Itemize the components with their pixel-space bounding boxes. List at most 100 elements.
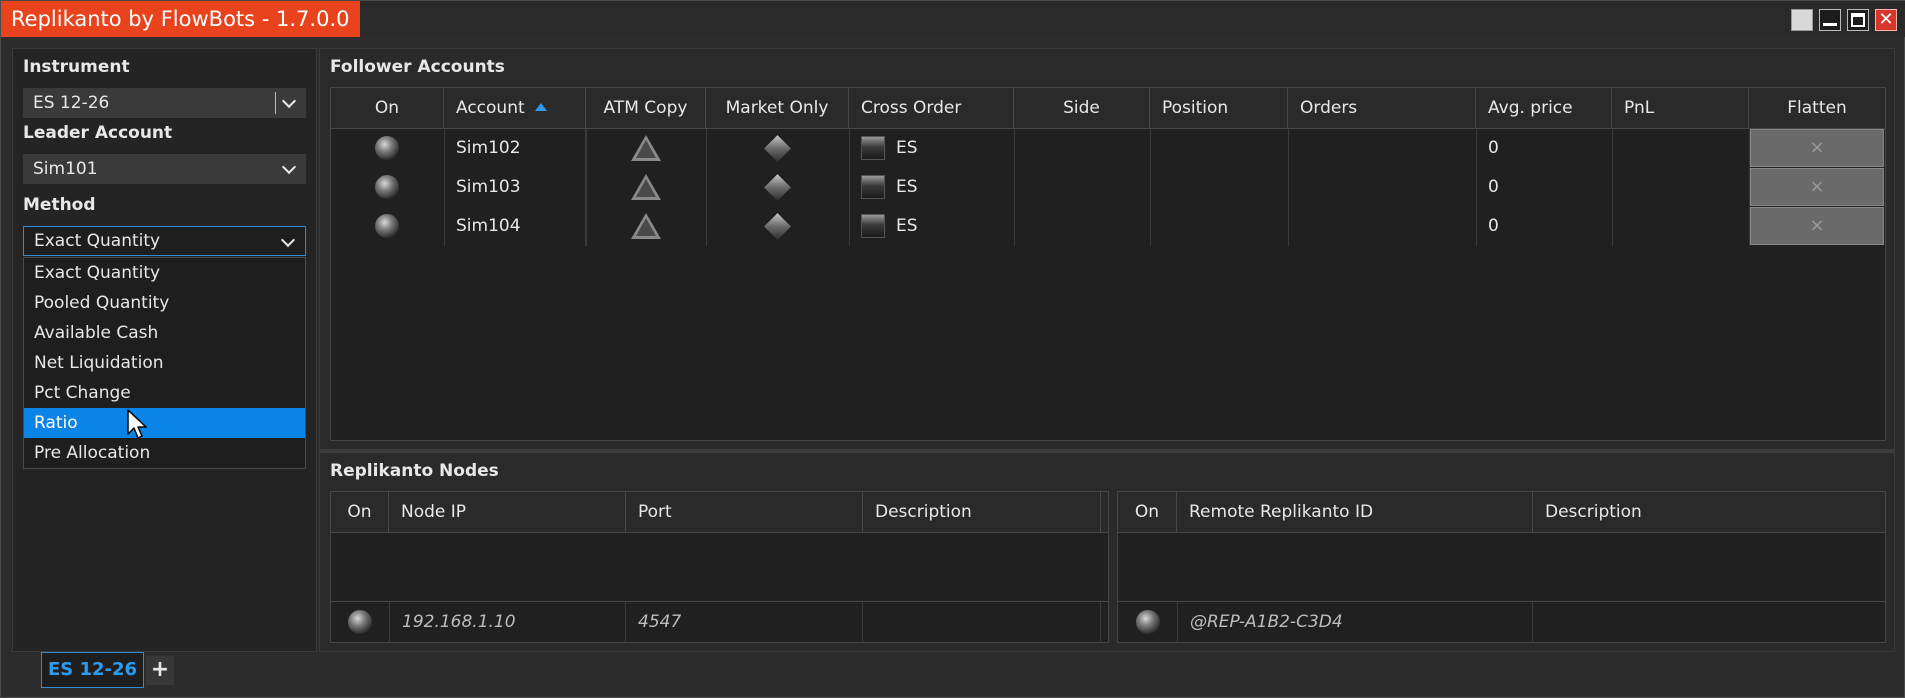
leader-account-selector[interactable]: Sim101 <box>23 154 306 184</box>
mouse-cursor-icon <box>127 409 147 439</box>
new-node-row: 192.168.1.10 4547 <box>331 602 1108 642</box>
column-header-on[interactable]: On <box>331 88 444 129</box>
method-dropdown-list: Exact Quantity Pooled Quantity Available… <box>23 257 306 469</box>
method-option-pct-change[interactable]: Pct Change <box>24 378 305 408</box>
pnl-cell <box>1612 168 1749 207</box>
table-row: Sim104 ES 0 × <box>331 207 1885 246</box>
atm-copy-toggle[interactable] <box>631 174 661 200</box>
chevron-down-icon <box>280 154 300 184</box>
window-menu-button[interactable] <box>1791 9 1813 31</box>
column-header-avg-price[interactable]: Avg. price <box>1476 88 1612 129</box>
column-header-remote-replikanto-id[interactable]: Remote Replikanto ID <box>1177 492 1533 533</box>
orders-cell <box>1288 207 1476 246</box>
orders-cell <box>1288 129 1476 168</box>
market-only-toggle[interactable] <box>764 213 791 240</box>
flatten-button[interactable]: × <box>1750 129 1884 167</box>
flatten-button[interactable]: × <box>1750 168 1884 206</box>
column-header-pnl[interactable]: PnL <box>1612 88 1749 129</box>
port-input[interactable]: 4547 <box>626 602 863 642</box>
close-icon: × <box>1809 215 1825 236</box>
column-header-side[interactable]: Side <box>1014 88 1150 129</box>
account-cell: Sim103 <box>444 168 586 207</box>
settings-panel: Instrument ES 12-26 Leader Account Sim10… <box>12 48 317 652</box>
column-divider <box>1014 129 1015 246</box>
column-divider <box>444 129 445 246</box>
method-option-pooled-quantity[interactable]: Pooled Quantity <box>24 288 305 318</box>
column-header-node-ip[interactable]: Node IP <box>389 492 626 533</box>
add-tab-button[interactable]: + <box>146 656 174 685</box>
atm-copy-toggle[interactable] <box>631 135 661 161</box>
cross-order-checkbox[interactable] <box>861 136 885 160</box>
title-bar[interactable]: Replikanto by FlowBots - 1.7.0.0 ✕ <box>1 1 1905 37</box>
description-input[interactable] <box>863 602 1101 642</box>
column-header-description[interactable]: Description <box>863 492 1101 533</box>
maximize-button[interactable] <box>1847 9 1869 31</box>
cross-order-checkbox[interactable] <box>861 175 885 199</box>
side-cell <box>1014 207 1150 246</box>
instrument-label: Instrument <box>23 57 130 77</box>
position-cell <box>1150 129 1288 168</box>
method-option-pre-allocation[interactable]: Pre Allocation <box>24 438 305 468</box>
chevron-down-icon[interactable] <box>280 88 300 118</box>
method-label: Method <box>23 195 96 215</box>
replikanto-nodes-title: Replikanto Nodes <box>330 461 499 481</box>
cross-order-checkbox[interactable] <box>861 214 885 238</box>
column-header-account[interactable]: Account <box>444 88 586 129</box>
avg-price-cell: 0 <box>1488 216 1499 236</box>
window-title: Replikanto by FlowBots - 1.7.0.0 <box>1 1 360 37</box>
pnl-cell <box>1612 129 1749 168</box>
close-icon: ✕ <box>1878 9 1894 30</box>
remote-id-input[interactable]: @REP-A1B2-C3D4 <box>1177 602 1533 642</box>
column-header-on[interactable]: On <box>1118 492 1177 533</box>
market-only-toggle[interactable] <box>764 174 791 201</box>
follower-grid-header: On Account ATM Copy Market Only Cross Or… <box>331 88 1885 129</box>
side-cell <box>1014 129 1150 168</box>
follower-accounts-title: Follower Accounts <box>330 57 505 77</box>
table-row: Sim102 ES 0 × <box>331 129 1885 168</box>
method-option-available-cash[interactable]: Available Cash <box>24 318 305 348</box>
column-header-orders[interactable]: Orders <box>1288 88 1476 129</box>
minimize-button[interactable] <box>1819 9 1841 31</box>
column-header-on[interactable]: On <box>331 492 389 533</box>
panel-splitter[interactable] <box>320 449 1894 453</box>
chevron-down-icon <box>279 227 299 257</box>
remote-grid-header: On Remote Replikanto ID Description <box>1118 492 1885 533</box>
on-toggle[interactable] <box>375 175 399 199</box>
close-button[interactable]: ✕ <box>1875 9 1897 31</box>
column-header-port[interactable]: Port <box>626 492 863 533</box>
main-panel: Follower Accounts On Account ATM Copy Ma… <box>319 48 1895 652</box>
new-remote-row: @REP-A1B2-C3D4 <box>1118 602 1885 642</box>
close-icon: × <box>1809 176 1825 197</box>
description-input[interactable] <box>1533 602 1885 642</box>
column-header-position[interactable]: Position <box>1150 88 1288 129</box>
follower-accounts-grid: On Account ATM Copy Market Only Cross Or… <box>330 87 1886 441</box>
method-selector[interactable]: Exact Quantity <box>23 226 306 256</box>
instrument-selector[interactable]: ES 12-26 <box>23 88 306 118</box>
column-header-market-only[interactable]: Market Only <box>706 88 849 129</box>
flatten-button[interactable]: × <box>1750 207 1884 245</box>
column-header-flatten[interactable]: Flatten <box>1749 88 1885 129</box>
method-option-net-liquidation[interactable]: Net Liquidation <box>24 348 305 378</box>
column-header-description[interactable]: Description <box>1533 492 1885 533</box>
cross-order-cell: ES <box>896 138 918 158</box>
column-divider <box>1612 129 1613 246</box>
column-divider <box>1476 129 1477 246</box>
avg-price-cell: 0 <box>1488 138 1499 158</box>
node-ip-input[interactable]: 192.168.1.10 <box>389 602 626 642</box>
method-option-ratio[interactable]: Ratio <box>24 408 305 438</box>
tab-es-12-26[interactable]: ES 12-26 <box>41 652 144 688</box>
side-cell <box>1014 168 1150 207</box>
on-toggle[interactable] <box>1136 610 1160 634</box>
column-header-cross-order[interactable]: Cross Order <box>849 88 1014 129</box>
instrument-value: ES 12-26 <box>33 93 110 113</box>
on-toggle[interactable] <box>375 214 399 238</box>
atm-copy-toggle[interactable] <box>631 213 661 239</box>
on-toggle[interactable] <box>348 610 372 634</box>
column-divider <box>586 129 587 246</box>
method-option-exact-quantity[interactable]: Exact Quantity <box>24 258 305 288</box>
node-grid-header: On Node IP Port Description <box>331 492 1108 533</box>
column-header-atm-copy[interactable]: ATM Copy <box>586 88 706 129</box>
market-only-toggle[interactable] <box>764 135 791 162</box>
on-toggle[interactable] <box>375 136 399 160</box>
close-icon: × <box>1809 137 1825 158</box>
